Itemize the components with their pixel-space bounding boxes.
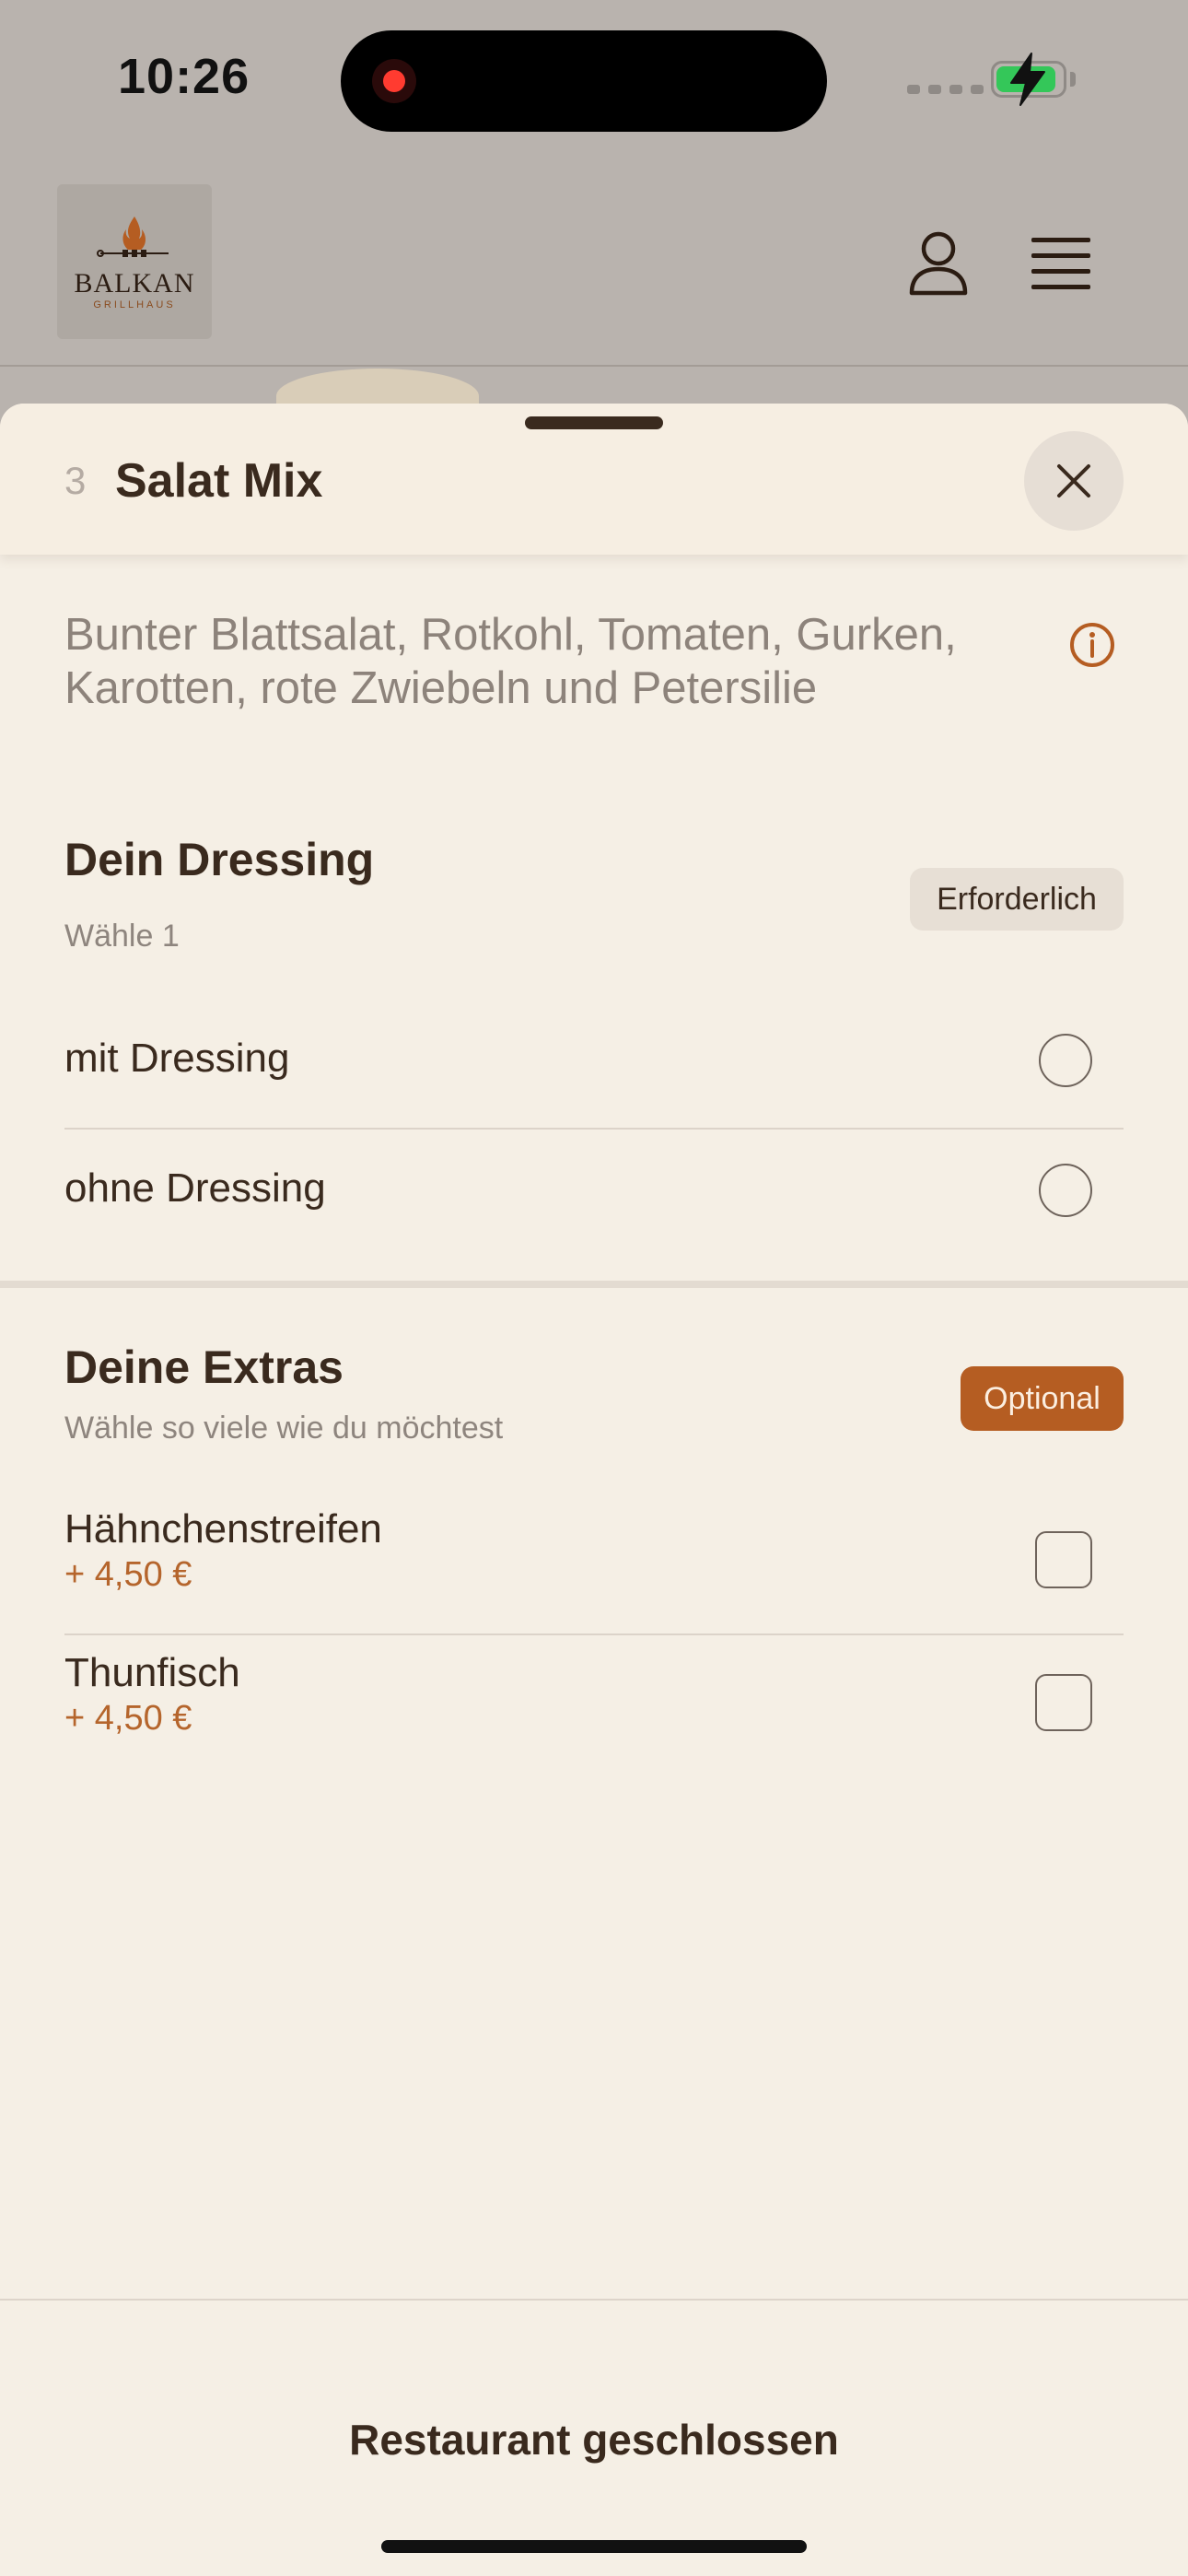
signal-icon	[907, 85, 984, 94]
info-icon[interactable]	[1068, 621, 1116, 669]
brand-logo[interactable]: BALKAN GRILLHAUS	[57, 184, 212, 339]
menu-icon[interactable]	[1031, 238, 1090, 289]
option-label: Hähnchenstreifen	[64, 1506, 382, 1551]
option-haehnchenstreifen[interactable]: Hähnchenstreifen + 4,50 €	[64, 1506, 1124, 1608]
checkbox-haehnchenstreifen[interactable]	[1035, 1531, 1092, 1588]
brand-subtitle: GRILLHAUS	[93, 299, 176, 310]
section-title-extras: Deine Extras	[64, 1341, 344, 1393]
charging-bolt-icon	[1010, 53, 1045, 106]
item-detail-sheet: 3 Salat Mix Bunter Blattsalat, Rotkohl, …	[0, 404, 1188, 2576]
option-label: ohne Dressing	[64, 1165, 326, 1211]
header-divider	[0, 365, 1188, 367]
flame-skewer-icon	[97, 217, 169, 257]
item-title: Salat Mix	[115, 454, 323, 508]
brand-name: BALKAN	[74, 268, 195, 299]
section-divider	[0, 1281, 1188, 1288]
section-subtitle-extras: Wähle so viele wie du möchtest	[64, 1411, 504, 1446]
close-button[interactable]	[1024, 431, 1124, 531]
recording-indicator-icon	[372, 59, 416, 103]
row-divider	[64, 1633, 1124, 1635]
option-label: Thunfisch	[64, 1650, 240, 1695]
option-thunfisch[interactable]: Thunfisch + 4,50 €	[64, 1650, 1124, 1751]
option-mit-dressing[interactable]: mit Dressing	[64, 1025, 1124, 1098]
item-number: 3	[64, 459, 87, 502]
sheet-grabber[interactable]	[525, 416, 663, 429]
battery-cap	[1070, 72, 1076, 87]
checkbox-thunfisch[interactable]	[1035, 1674, 1092, 1731]
sheet-footer: Restaurant geschlossen	[0, 2299, 1188, 2576]
radio-ohne-dressing[interactable]	[1039, 1164, 1092, 1217]
status-time: 10:26	[118, 49, 250, 104]
close-icon	[1057, 464, 1090, 498]
option-label: mit Dressing	[64, 1036, 290, 1081]
item-description: Bunter Blattsalat, Rotkohl, Tomaten, Gur…	[64, 610, 957, 713]
home-indicator[interactable]	[381, 2540, 807, 2553]
restaurant-closed-label: Restaurant geschlossen	[349, 2416, 839, 2464]
required-badge: Erforderlich	[910, 868, 1124, 931]
option-price: + 4,50 €	[64, 1699, 192, 1738]
row-divider	[64, 1128, 1124, 1130]
sheet-header: 3 Salat Mix	[0, 404, 1188, 555]
dynamic-island	[341, 30, 827, 132]
option-price: + 4,50 €	[64, 1555, 192, 1594]
optional-badge: Optional	[961, 1366, 1124, 1431]
user-icon[interactable]	[908, 230, 969, 297]
section-subtitle-dressing: Wähle 1	[64, 919, 180, 954]
radio-mit-dressing[interactable]	[1039, 1034, 1092, 1087]
section-title-dressing: Dein Dressing	[64, 834, 375, 885]
option-ohne-dressing[interactable]: ohne Dressing	[64, 1154, 1124, 1228]
